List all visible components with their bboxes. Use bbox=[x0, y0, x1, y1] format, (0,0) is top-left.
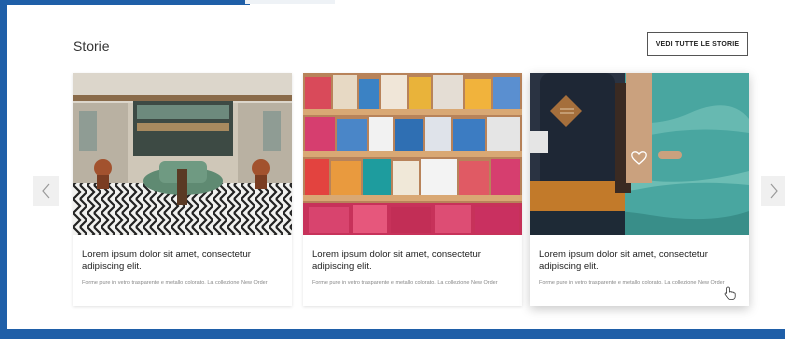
story-description: Forme pure in vetro trasparente e metall… bbox=[539, 280, 725, 286]
story-title[interactable]: Lorem ipsum dolor sit amet, consectetur … bbox=[82, 249, 283, 273]
story-description: Forme pure in vetro trasparente e metall… bbox=[312, 280, 498, 286]
window-frame-bottom bbox=[0, 329, 785, 339]
story-description: Forme pure in vetro trasparente e metall… bbox=[82, 280, 268, 286]
heart-outline-icon bbox=[631, 151, 647, 165]
story-image-restaurant[interactable] bbox=[73, 73, 292, 235]
story-title[interactable]: Lorem ipsum dolor sit amet, consectetur … bbox=[539, 249, 740, 273]
story-card[interactable]: Lorem ipsum dolor sit amet, consectetur … bbox=[303, 73, 522, 306]
story-title[interactable]: Lorem ipsum dolor sit amet, consectetur … bbox=[312, 249, 513, 273]
story-card[interactable]: Lorem ipsum dolor sit amet, consectetur … bbox=[73, 73, 292, 306]
window-frame-tab bbox=[245, 0, 335, 4]
chevron-left-icon bbox=[42, 183, 50, 199]
view-all-stories-button[interactable]: VEDI TUTTE LE STORIE bbox=[647, 32, 748, 56]
window-frame-top bbox=[0, 0, 250, 5]
section-title: Storie bbox=[73, 38, 110, 54]
favorite-button[interactable] bbox=[630, 150, 648, 166]
hand-cursor-icon bbox=[724, 286, 736, 305]
story-image-pharmacy[interactable] bbox=[303, 73, 522, 235]
carousel-next-button[interactable] bbox=[761, 176, 785, 206]
story-image-water[interactable] bbox=[530, 73, 749, 235]
chevron-right-icon bbox=[770, 183, 778, 199]
window-frame-left bbox=[0, 0, 7, 339]
story-card[interactable]: Lorem ipsum dolor sit amet, consectetur … bbox=[530, 73, 749, 306]
carousel-prev-button[interactable] bbox=[33, 176, 59, 206]
